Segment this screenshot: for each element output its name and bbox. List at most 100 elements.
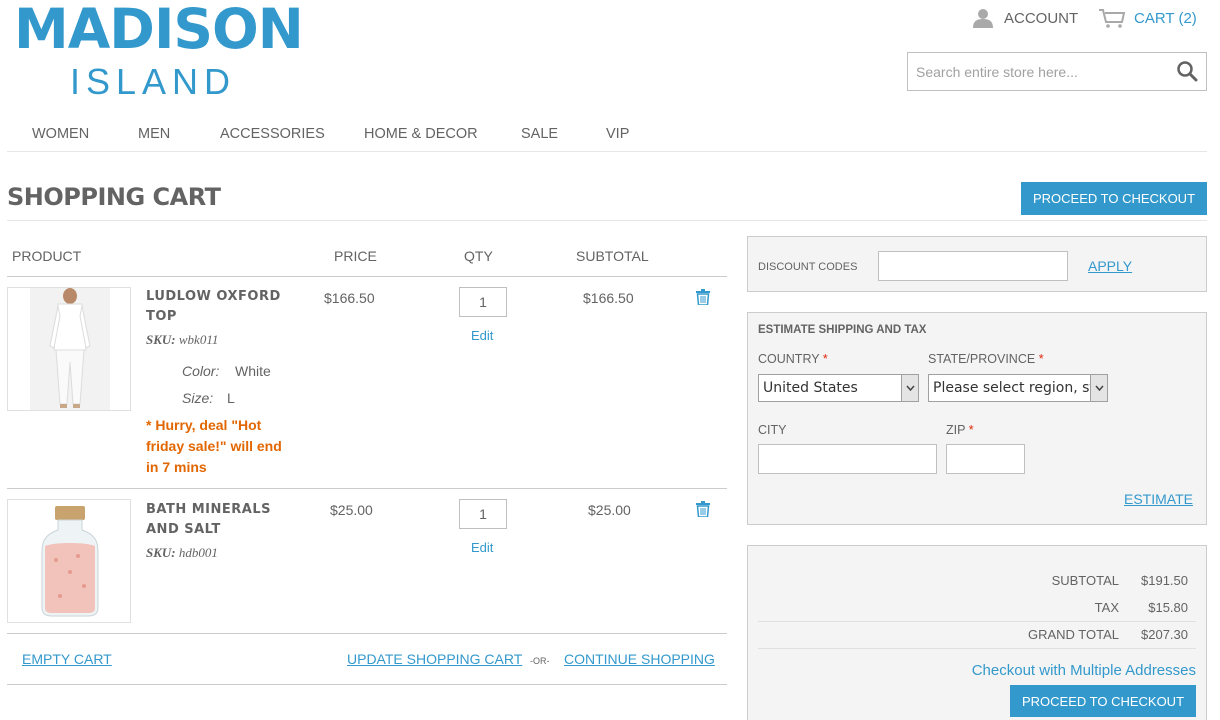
totals-divider <box>758 648 1196 649</box>
search-icon[interactable] <box>1176 60 1198 85</box>
chevron-down-icon <box>1090 375 1107 401</box>
actions-divider <box>7 684 727 685</box>
grand-total-value: $207.30 <box>1141 627 1188 642</box>
grand-total-label: GRAND TOTAL <box>1027 627 1119 642</box>
trash-icon[interactable] <box>696 501 710 520</box>
item-price: $166.50 <box>324 290 375 306</box>
user-icon <box>973 9 993 28</box>
sku-value: hdb001 <box>178 545 218 560</box>
sku-value: wbk011 <box>178 332 219 347</box>
nav-item-accessories[interactable]: ACCESSORIES <box>220 126 325 142</box>
nav-item-women[interactable]: WOMEN <box>32 126 89 142</box>
proceed-to-checkout-button-bottom[interactable]: PROCEED TO CHECKOUT <box>1010 685 1196 717</box>
option-label-size: Size: <box>182 390 214 406</box>
product-name-ludlow-oxford-top[interactable]: LUDLOW OXFORD TOP <box>146 287 281 327</box>
product-image-bath-minerals[interactable] <box>7 499 131 623</box>
product-name-line: BATH MINERALS <box>146 502 271 517</box>
item-divider <box>7 488 727 489</box>
subtotal-value: $191.50 <box>1141 573 1188 588</box>
shipping-title: ESTIMATE SHIPPING AND TAX <box>758 324 927 336</box>
or-separator: -OR- <box>530 656 550 666</box>
country-label-text: COUNTRY <box>758 352 820 366</box>
country-select[interactable]: United States <box>758 374 919 402</box>
nav-item-men[interactable]: MEN <box>138 126 170 142</box>
option-value-color: White <box>235 363 271 379</box>
product-name-bath-minerals[interactable]: BATH MINERALS AND SALT <box>146 500 271 540</box>
cart-icon <box>1099 9 1126 28</box>
account-link[interactable]: ACCOUNT <box>972 8 1078 28</box>
update-cart-link[interactable]: UPDATE SHOPPING CART <box>347 651 522 667</box>
search-input[interactable] <box>908 53 1168 90</box>
title-divider <box>7 220 1207 221</box>
product-image-ludlow-oxford-top[interactable] <box>7 287 131 411</box>
product-sku: SKU: hdb001 <box>146 545 218 561</box>
table-header-divider <box>7 276 727 277</box>
product-name-line: AND SALT <box>146 522 221 537</box>
totals-divider <box>758 621 1196 622</box>
option-label-color: Color: <box>182 363 220 379</box>
country-label: COUNTRY * <box>758 352 828 366</box>
empty-cart-link[interactable]: EMPTY CART <box>22 651 112 667</box>
required-mark: * <box>822 352 828 366</box>
shipping-estimate-panel: ESTIMATE SHIPPING AND TAX COUNTRY * Unit… <box>747 312 1207 525</box>
logo-island[interactable]: ISLAND <box>70 62 236 102</box>
subtotal-label: SUBTOTAL <box>1051 573 1119 588</box>
logo-madison[interactable]: MADISON <box>14 0 304 58</box>
edit-item-link[interactable]: Edit <box>471 328 493 343</box>
header-product: PRODUCT <box>12 248 82 264</box>
tax-label: TAX <box>1094 600 1119 615</box>
trash-icon[interactable] <box>696 289 710 308</box>
page-title: SHOPPING CART <box>7 183 221 211</box>
item-divider <box>7 633 727 634</box>
account-label: ACCOUNT <box>1004 9 1079 27</box>
product-name-line: TOP <box>146 309 177 324</box>
cart-link[interactable]: CART (2) <box>1098 8 1197 28</box>
required-mark: * <box>968 423 974 437</box>
item-price: $25.00 <box>330 502 373 518</box>
state-select[interactable]: Please select region, state or province <box>928 374 1108 402</box>
cart-label: CART (2) <box>1134 9 1197 27</box>
country-selected-value: United States <box>763 380 858 396</box>
item-subtotal: $25.00 <box>588 502 631 518</box>
city-input[interactable] <box>758 444 937 474</box>
apply-discount-link[interactable]: APPLY <box>1088 258 1132 274</box>
chevron-down-icon <box>901 375 918 401</box>
header-price: PRICE <box>334 248 377 264</box>
nav-item-sale[interactable]: SALE <box>521 126 558 142</box>
option-value-size: L <box>227 390 235 406</box>
required-mark: * <box>1038 352 1044 366</box>
deal-alert-line: friday sale!" will end <box>146 438 282 454</box>
nav-item-home-decor[interactable]: HOME & DECOR <box>364 126 478 142</box>
sku-label: SKU: <box>146 332 176 347</box>
continue-shopping-link[interactable]: CONTINUE SHOPPING <box>564 651 715 667</box>
header-qty: QTY <box>464 248 493 264</box>
state-label: STATE/PROVINCE * <box>928 352 1044 366</box>
item-subtotal: $166.50 <box>583 290 634 306</box>
proceed-to-checkout-button-top[interactable]: PROCEED TO CHECKOUT <box>1021 182 1207 215</box>
main-nav: WOMEN MEN ACCESSORIES HOME & DECOR SALE … <box>7 118 1207 152</box>
discount-panel: DISCOUNT CODES APPLY <box>747 236 1207 292</box>
discount-label: DISCOUNT CODES <box>758 261 858 273</box>
deal-alert-line: in 7 mins <box>146 459 207 475</box>
zip-input[interactable] <box>946 444 1025 474</box>
zip-label: ZIP * <box>946 423 974 437</box>
estimate-link[interactable]: ESTIMATE <box>1124 491 1193 507</box>
discount-code-input[interactable] <box>878 251 1068 281</box>
deal-alert-line: * Hurry, deal "Hot <box>146 417 262 433</box>
nav-item-vip[interactable]: VIP <box>606 126 629 142</box>
qty-input[interactable] <box>459 287 507 317</box>
multiple-addresses-link[interactable]: Checkout with Multiple Addresses <box>972 662 1196 679</box>
tax-value: $15.80 <box>1148 600 1188 615</box>
edit-item-link[interactable]: Edit <box>471 540 493 555</box>
deal-alert-message: * Hurry, deal "Hot friday sale!" will en… <box>146 415 282 478</box>
city-label: CITY <box>758 423 787 437</box>
product-name-line: LUDLOW OXFORD <box>146 289 281 304</box>
qty-input[interactable] <box>459 499 507 529</box>
product-sku: SKU: wbk011 <box>146 332 218 348</box>
zip-label-text: ZIP <box>946 423 966 437</box>
sku-label: SKU: <box>146 545 176 560</box>
state-selected-value: Please select region, state or province <box>933 380 1107 396</box>
search-box <box>907 52 1207 91</box>
header-subtotal: SUBTOTAL <box>576 248 649 264</box>
totals-panel: SUBTOTAL $191.50 TAX $15.80 GRAND TOTAL … <box>747 545 1207 720</box>
